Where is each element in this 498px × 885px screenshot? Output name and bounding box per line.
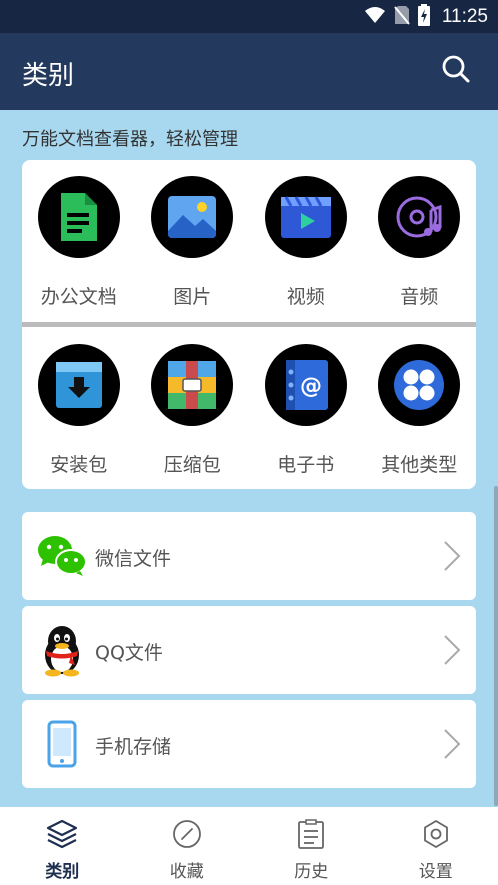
- ebook-icon: @: [264, 344, 347, 426]
- category-packages[interactable]: 安装包: [22, 344, 136, 477]
- chevron-right-icon: [442, 634, 462, 670]
- category-images[interactable]: 图片: [136, 176, 250, 309]
- list-item-label: 手机存储: [95, 736, 172, 758]
- nav-label: 类别: [45, 862, 80, 882]
- chevron-right-icon: [442, 728, 462, 764]
- list-item-label: 微信文件: [95, 548, 172, 570]
- settings-icon: [421, 819, 451, 853]
- document-icon: [37, 176, 120, 258]
- category-row: 安装包 压缩包 @ 电子书 其他类型: [22, 344, 476, 477]
- nav-item-settings[interactable]: 设置: [374, 807, 498, 885]
- archive-icon: [151, 344, 234, 426]
- category-other-types[interactable]: 其他类型: [363, 344, 477, 477]
- svg-text:@: @: [300, 374, 322, 399]
- list-item-qq-files[interactable]: QQ文件: [22, 606, 476, 694]
- nav-item-categories[interactable]: 类别: [0, 807, 125, 885]
- video-icon: [264, 176, 347, 258]
- history-icon: [297, 819, 325, 853]
- category-audio[interactable]: 音频: [363, 176, 477, 309]
- chevron-right-icon: [442, 540, 462, 576]
- category-label: 视频: [286, 286, 325, 308]
- status-bar: 11:25: [0, 0, 498, 33]
- category-archives[interactable]: 压缩包: [136, 344, 250, 477]
- category-row: 办公文档 图片 视频 音频: [22, 176, 476, 309]
- search-icon: [441, 54, 471, 88]
- category-grid: 办公文档 图片 视频 音频 安装包 压缩包 @ 电子书 其他类型: [22, 160, 476, 489]
- category-video[interactable]: 视频: [249, 176, 363, 309]
- category-label: 音频: [400, 286, 439, 308]
- audio-icon: [378, 176, 461, 258]
- wifi-icon: [364, 6, 386, 28]
- layers-icon: [46, 819, 78, 853]
- search-button[interactable]: [436, 51, 476, 91]
- bottom-nav: 类别 收藏 历史 设置: [0, 807, 498, 885]
- app-bar: 类别: [0, 33, 498, 110]
- nav-item-favorites[interactable]: 收藏: [125, 807, 250, 885]
- category-ebooks[interactable]: @ 电子书: [249, 344, 363, 477]
- scrollbar[interactable]: [494, 486, 498, 806]
- grid-divider: [22, 322, 476, 327]
- list-item-wechat-files[interactable]: 微信文件: [22, 512, 476, 600]
- qq-icon: [32, 620, 92, 680]
- list-item-phone-storage[interactable]: 手机存储: [22, 700, 476, 788]
- nav-item-history[interactable]: 历史: [249, 807, 374, 885]
- wechat-icon: [32, 526, 92, 586]
- category-label: 安装包: [50, 454, 108, 476]
- category-label: 压缩包: [163, 454, 221, 476]
- page-title: 类别: [22, 61, 75, 91]
- status-icons: 11:25: [364, 4, 488, 30]
- image-icon: [151, 176, 234, 258]
- category-label: 电子书: [277, 454, 335, 476]
- package-icon: [37, 344, 120, 426]
- category-office-docs[interactable]: 办公文档: [22, 176, 136, 309]
- compass-icon: [172, 819, 202, 853]
- phone-storage-icon: [32, 714, 92, 774]
- nav-label: 收藏: [169, 862, 204, 882]
- other-types-icon: [378, 344, 461, 426]
- status-time: 11:25: [441, 6, 488, 27]
- list-item-label: QQ文件: [95, 642, 163, 664]
- battery-charging-icon: [417, 4, 430, 30]
- subtitle: 万能文档查看器，轻松管理: [22, 129, 238, 150]
- category-label: 其他类型: [381, 454, 458, 476]
- no-sim-icon: [394, 5, 410, 29]
- category-label: 办公文档: [40, 286, 117, 308]
- nav-label: 历史: [294, 862, 329, 882]
- nav-label: 设置: [418, 862, 453, 882]
- category-label: 图片: [173, 286, 212, 308]
